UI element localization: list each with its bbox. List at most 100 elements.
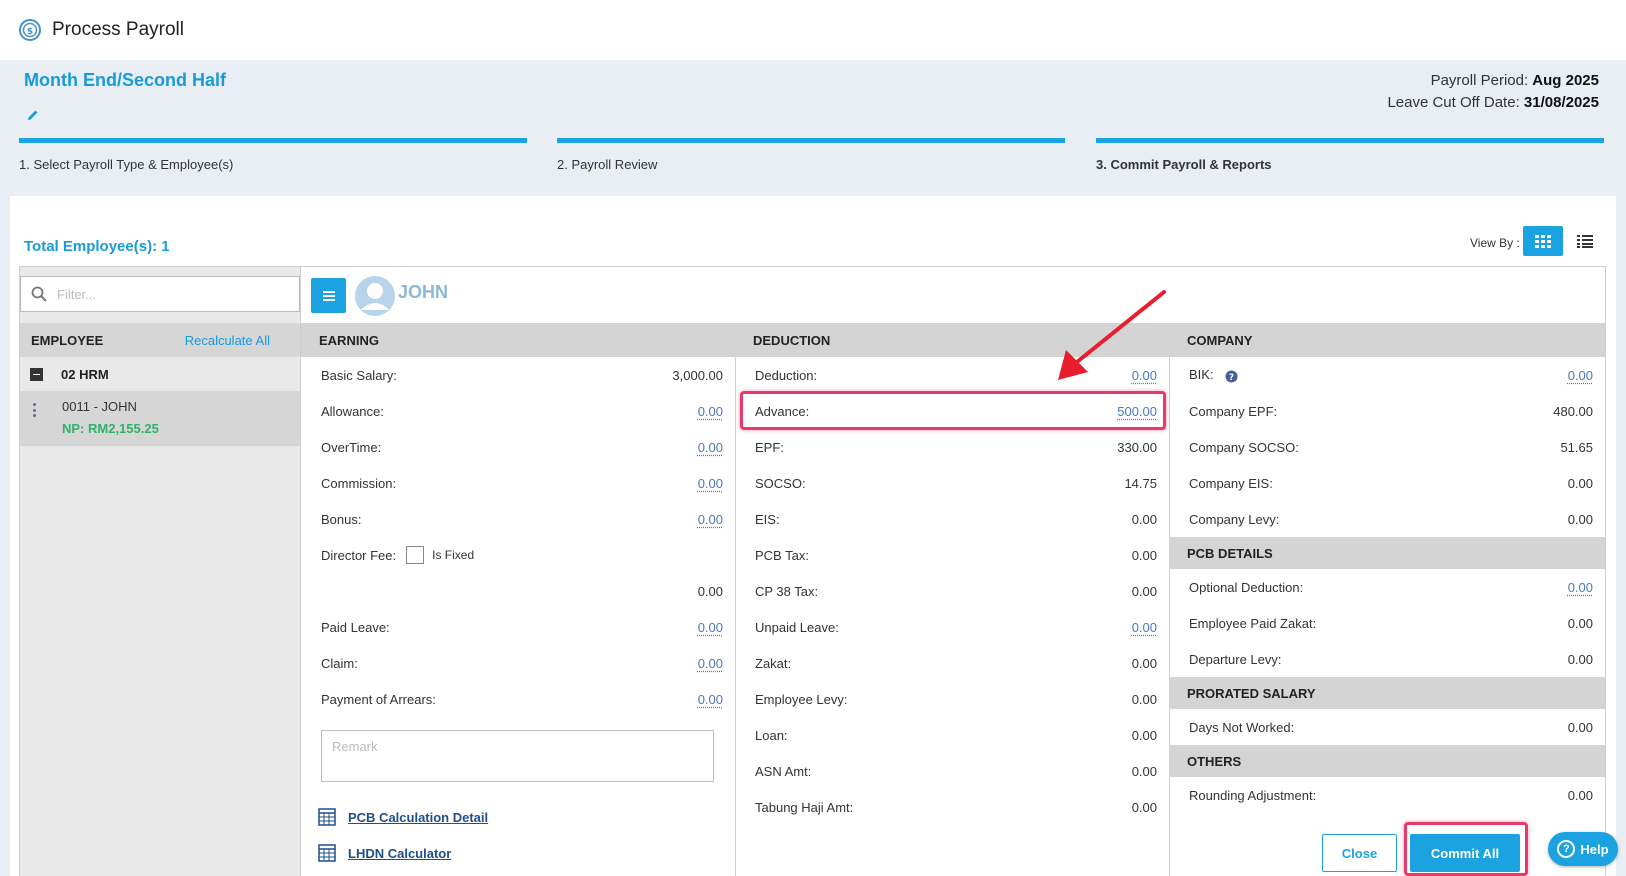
help-button[interactable]: ? Help: [1548, 832, 1618, 866]
earning-row: Payment of Arrears: 0.00: [321, 691, 723, 707]
pcb-calculation-link[interactable]: PCB Calculation Detail: [348, 810, 488, 825]
list-view-button[interactable]: [1572, 228, 1598, 254]
filter-input[interactable]: [57, 286, 277, 302]
company-row: BIK: ? 0.00: [1189, 367, 1593, 383]
others-row: Rounding Adjustment: 0.00: [1189, 787, 1593, 803]
step-2[interactable]: 2. Payroll Review: [557, 138, 1065, 178]
company-header: COMPANY: [1169, 323, 1605, 357]
payroll-type-title: Month End/Second Half: [24, 70, 226, 90]
director-fee-row: Director Fee: Is Fixed: [301, 537, 735, 573]
deduction-row: CP 38 Tax: 0.00: [755, 583, 1157, 599]
company-row: Company EPF: 480.00: [1189, 403, 1593, 419]
step-1-label: 1. Select Payroll Type & Employee(s): [19, 157, 234, 172]
optional-deduction-value-link[interactable]: 0.00: [1568, 580, 1593, 595]
hamburger-icon: [322, 290, 335, 301]
director-fee-value: 0.00: [697, 583, 723, 599]
employee-title: JOHN: [398, 282, 449, 302]
overtime-value-link[interactable]: 0.00: [698, 440, 723, 455]
collapse-icon[interactable]: [30, 367, 43, 381]
earning-row: Basic Salary: 3,000.00: [321, 367, 723, 383]
step-1-bar: [19, 138, 527, 143]
red-arrow-annotation: [1058, 290, 1166, 380]
allowance-value-link[interactable]: 0.00: [698, 404, 723, 419]
search-icon: [31, 286, 47, 302]
claim-value-link[interactable]: 0.00: [698, 656, 723, 671]
pcb-row: Departure Levy: 0.00: [1189, 651, 1593, 667]
deduction-row: Tabung Haji Amt: 0.00: [755, 799, 1157, 815]
step-3-bar: [1096, 138, 1604, 143]
employee-name: 0011 - JOHN: [62, 399, 137, 414]
deduction-row: Unpaid Leave: 0.00: [755, 619, 1157, 635]
employee-row[interactable]: 0011 - JOHN NP: RM2,155.25: [20, 391, 300, 446]
calculator-icon: [318, 808, 336, 826]
deduction-row: Loan: 0.00: [755, 727, 1157, 743]
net-pay: NP: RM2,155.25: [62, 421, 159, 436]
deduction-row: EIS: 0.00: [755, 511, 1157, 527]
lhdn-calculator-link[interactable]: LHDN Calculator: [348, 846, 451, 861]
view-by-label: View By :: [1470, 236, 1520, 250]
remark-textarea[interactable]: [321, 730, 714, 782]
earning-row: Paid Leave: 0.00: [321, 619, 723, 635]
company-row: Company SOCSO: 51.65: [1189, 439, 1593, 455]
unpaid-leave-value-link[interactable]: 0.00: [1132, 620, 1157, 635]
company-row: Company EIS: 0.00: [1189, 475, 1593, 491]
deduction-row: PCB Tax: 0.00: [755, 547, 1157, 563]
recalculate-all-link[interactable]: Recalculate All: [185, 333, 270, 348]
filter-box: [20, 276, 300, 312]
commission-value-link[interactable]: 0.00: [698, 476, 723, 491]
group-name: 02 HRM: [61, 366, 109, 382]
pcb-calculation-link-row: PCB Calculation Detail: [318, 808, 488, 826]
step-3-label: 3. Commit Payroll & Reports: [1096, 157, 1272, 172]
earning-row: Commission: 0.00: [321, 475, 723, 491]
grid-view-button[interactable]: [1523, 226, 1563, 256]
deduction-row: SOCSO: 14.75: [755, 475, 1157, 491]
prorated-row: Days Not Worked: 0.00: [1189, 719, 1593, 735]
is-fixed-label: Is Fixed: [432, 548, 475, 562]
paid-leave-value-link[interactable]: 0.00: [698, 620, 723, 635]
step-2-bar: [557, 138, 1065, 143]
company-row: Company Levy: 0.00: [1189, 511, 1593, 527]
bik-value-link[interactable]: 0.00: [1568, 368, 1593, 383]
avatar-icon: [355, 276, 395, 316]
top-bar: $ Process Payroll: [0, 0, 1626, 60]
cutoff-value: 31/08/2025: [1523, 94, 1599, 111]
total-employees: Total Employee(s): 1: [24, 238, 170, 255]
lhdn-calculator-link-row: LHDN Calculator: [318, 844, 451, 862]
deduction-row: Zakat: 0.00: [755, 655, 1157, 671]
kebab-menu-icon[interactable]: [33, 403, 37, 417]
employee-list-header: EMPLOYEE Recalculate All: [20, 323, 300, 357]
earning-row: Claim: 0.00: [321, 655, 723, 671]
grid-icon: [1535, 234, 1551, 248]
calculator-icon: [318, 844, 336, 862]
is-fixed-checkbox[interactable]: [406, 546, 425, 564]
earning-row: OverTime: 0.00: [321, 439, 723, 455]
menu-button[interactable]: [311, 278, 346, 313]
earning-header: EARNING: [301, 323, 735, 357]
help-label: Help: [1580, 841, 1609, 857]
help-circle-icon[interactable]: ?: [1225, 370, 1238, 383]
group-row[interactable]: 02 HRM: [20, 358, 300, 390]
edit-pencil-icon[interactable]: [26, 108, 40, 122]
earning-column: EARNING Basic Salary: 3,000.00 Allowance:…: [301, 323, 735, 876]
bonus-value-link[interactable]: 0.00: [698, 512, 723, 527]
earning-row: Allowance: 0.00: [321, 403, 723, 419]
svg-text:?: ?: [1229, 373, 1234, 383]
deduction-row: EPF: 330.00: [755, 439, 1157, 455]
step-3[interactable]: 3. Commit Payroll & Reports: [1096, 138, 1604, 178]
list-icon: [1577, 234, 1593, 248]
others-header: OTHERS: [1169, 745, 1605, 777]
step-1[interactable]: 1. Select Payroll Type & Employee(s): [19, 138, 527, 178]
payroll-period-value: Aug 2025: [1532, 72, 1599, 89]
company-column: COMPANY BIK: ? 0.00 Company EPF: 480.00 C…: [1169, 323, 1605, 876]
earning-row: Bonus: 0.00: [321, 511, 723, 527]
close-button[interactable]: Close: [1322, 834, 1397, 872]
cutoff-label: Leave Cut Off Date:: [1387, 94, 1520, 111]
deduction-row: ASN Amt: 0.00: [755, 763, 1157, 779]
arrears-value-link[interactable]: 0.00: [698, 692, 723, 707]
advance-highlight-annotation: [740, 391, 1166, 430]
deduction-row: Employee Levy: 0.00: [755, 691, 1157, 707]
pcb-row: Optional Deduction: 0.00: [1189, 579, 1593, 595]
question-icon: ?: [1557, 840, 1576, 858]
page-title: Process Payroll: [52, 19, 184, 40]
period-info: Payroll Period: Aug 2025 Leave Cut Off D…: [1387, 70, 1599, 114]
